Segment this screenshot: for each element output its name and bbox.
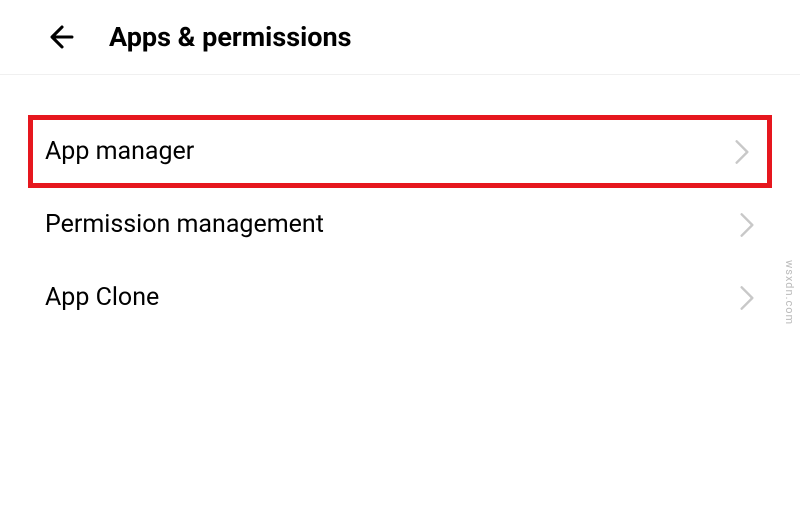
list-item-label: App Clone [45, 283, 159, 312]
header: Apps & permissions [0, 0, 800, 75]
watermark: wsxdn.com [783, 260, 796, 325]
list-item-app-clone[interactable]: App Clone [0, 261, 800, 334]
chevron-right-icon [739, 284, 755, 312]
chevron-right-icon [739, 211, 755, 239]
chevron-right-icon [734, 138, 750, 166]
list-item-label: App manager [45, 137, 194, 166]
settings-list: App manager Permission management App Cl… [0, 75, 800, 334]
list-item-app-manager[interactable]: App manager [28, 115, 772, 188]
page-title: Apps & permissions [109, 21, 351, 53]
back-button[interactable] [45, 20, 79, 54]
list-item-permission-management[interactable]: Permission management [0, 188, 800, 261]
list-item-label: Permission management [45, 210, 324, 239]
back-arrow-icon [45, 20, 79, 54]
